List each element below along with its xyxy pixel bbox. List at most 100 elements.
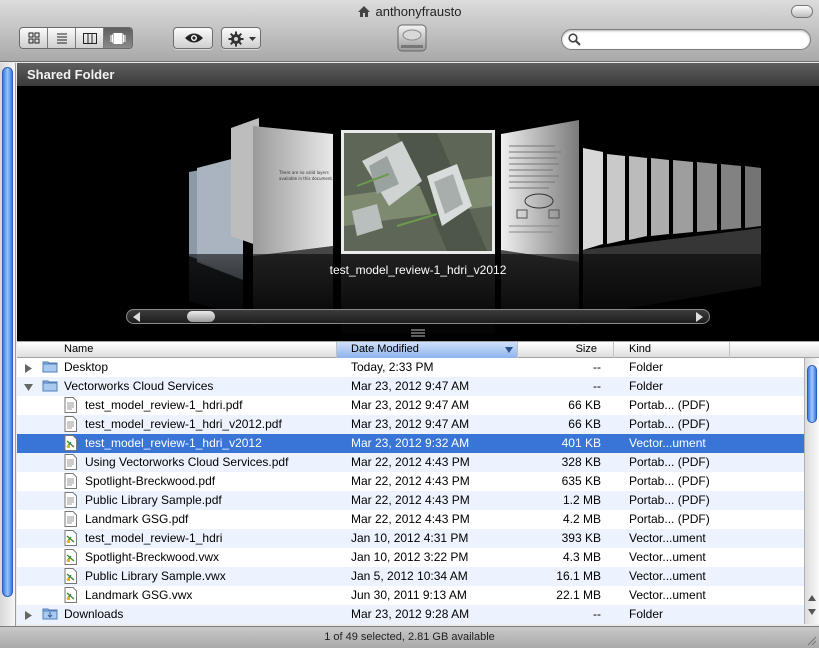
sort-descending-icon <box>505 347 513 353</box>
cover-flow-scroll-thumb[interactable] <box>187 311 215 322</box>
table-row[interactable]: test_model_review-1_hdri_v2012.pdf Mar 23… <box>17 415 804 434</box>
search-field[interactable] <box>561 29 811 50</box>
date-modified: Mar 22, 2012 4:43 PM <box>351 474 470 488</box>
table-row[interactable]: Using Vectorworks Cloud Services.pdf Mar … <box>17 453 804 472</box>
file-kind: Portab... (PDF) <box>629 493 710 507</box>
pdf-doc-icon <box>64 397 77 416</box>
cover-flow-icon <box>110 32 126 44</box>
cover-item[interactable]: There are no valid layers available in t… <box>253 126 333 256</box>
quick-look-button[interactable] <box>173 27 213 49</box>
table-row[interactable]: test_model_review-1_hdri Jan 10, 2012 4:3… <box>17 529 804 548</box>
date-modified: Today, 2:33 PM <box>351 360 434 374</box>
file-name: Downloads <box>64 607 124 621</box>
home-icon <box>358 6 371 17</box>
search-icon <box>568 33 581 46</box>
file-kind: Portab... (PDF) <box>629 455 710 469</box>
scroll-left-arrow-icon[interactable] <box>133 312 140 322</box>
pdf-doc-icon <box>64 473 77 492</box>
downloads-folder-icon <box>42 606 58 623</box>
file-size: 16.1 MB <box>556 569 601 583</box>
view-mode-segmented-control <box>19 27 133 49</box>
resize-grip-icon[interactable] <box>805 634 817 646</box>
date-modified: Jun 30, 2011 9:13 AM <box>351 588 467 602</box>
vectorworks-doc-icon <box>64 587 77 606</box>
table-row[interactable]: test_model_review-1_hdri_v2012 Mar 23, 20… <box>17 434 804 453</box>
table-row[interactable]: Spotlight-Breckwood.vwx Jan 10, 2012 3:22… <box>17 548 804 567</box>
table-row[interactable]: Desktop Today, 2:33 PM -- Folder <box>17 358 804 377</box>
file-name: Public Library Sample.vwx <box>85 569 226 583</box>
file-name: test_model_review-1_hdri_v2012 <box>85 436 262 450</box>
sidebar-scroll-thumb[interactable] <box>2 67 13 597</box>
date-modified: Mar 22, 2012 4:43 PM <box>351 512 470 526</box>
column-header-size[interactable]: Size <box>518 342 614 358</box>
file-size: -- <box>593 607 601 621</box>
table-row[interactable]: Landmark GSG.pdf Mar 22, 2012 4:43 PM 4.2 … <box>17 510 804 529</box>
file-size: 401 KB <box>561 436 601 450</box>
file-kind: Portab... (PDF) <box>629 398 710 412</box>
file-size: 66 KB <box>568 398 601 412</box>
table-row[interactable]: Vectorworks Cloud Services Mar 23, 2012 9… <box>17 377 804 396</box>
hard-drive-icon[interactable] <box>396 21 428 55</box>
column-header-date-modified[interactable]: Date Modified <box>337 342 518 358</box>
chevron-down-icon <box>249 37 256 41</box>
sidebar-scrollbar[interactable] <box>0 63 16 626</box>
file-name: test_model_review-1_hdri.pdf <box>85 398 243 412</box>
table-row[interactable]: Spotlight-Breckwood.pdf Mar 22, 2012 4:43… <box>17 472 804 491</box>
file-kind: Portab... (PDF) <box>629 417 710 431</box>
file-size: 328 KB <box>561 455 601 469</box>
file-name: Using Vectorworks Cloud Services.pdf <box>85 455 289 469</box>
table-row[interactable]: Public Library Sample.vwx Jan 5, 2012 10:… <box>17 567 804 586</box>
path-bar: Shared Folder <box>17 63 819 86</box>
date-modified: Jan 10, 2012 4:31 PM <box>351 531 469 545</box>
column-header-date-label: Date Modified <box>351 343 419 355</box>
column-header-name[interactable]: Name <box>17 342 337 358</box>
file-name: Landmark GSG.pdf <box>85 512 189 526</box>
cover-flow-label: test_model_review-1_hdri_v2012 <box>329 263 507 277</box>
file-size: 635 KB <box>561 474 601 488</box>
search-input[interactable] <box>584 32 804 47</box>
icon-view-button[interactable] <box>20 28 48 48</box>
date-modified: Jan 10, 2012 3:22 PM <box>351 550 469 564</box>
column-header-kind[interactable]: Kind <box>614 342 730 358</box>
toolbar-toggle-button[interactable] <box>791 5 813 18</box>
file-name: Vectorworks Cloud Services <box>64 379 214 393</box>
disclosure-triangle-collapsed-icon[interactable] <box>24 362 33 376</box>
file-size: 66 KB <box>568 417 601 431</box>
svg-text:available in this document.: available in this document. <box>279 176 333 181</box>
table-row[interactable]: test_model_review-1_hdri.pdf Mar 23, 2012… <box>17 396 804 415</box>
scroll-down-arrow-icon[interactable] <box>808 609 816 615</box>
vectorworks-doc-icon <box>64 435 77 454</box>
date-modified: Mar 22, 2012 4:43 PM <box>351 455 470 469</box>
cover-flow-scrollbar[interactable] <box>126 309 710 324</box>
table-row[interactable]: Downloads Mar 23, 2012 9:28 AM -- Folder <box>17 605 804 624</box>
icon-view-icon <box>28 32 39 44</box>
status-bar: 1 of 49 selected, 2.81 GB available <box>0 626 819 648</box>
list-vertical-scrollbar[interactable] <box>804 358 819 624</box>
list-view-button[interactable] <box>48 28 76 48</box>
action-menu-button[interactable] <box>221 27 261 49</box>
pdf-doc-icon <box>64 416 77 435</box>
status-text: 1 of 49 selected, 2.81 GB available <box>324 631 495 643</box>
date-modified: Mar 22, 2012 4:43 PM <box>351 493 470 507</box>
disclosure-triangle-expanded-icon[interactable] <box>24 381 33 395</box>
scroll-right-arrow-icon[interactable] <box>696 312 703 322</box>
toolbar: anthonyfrausto <box>0 0 819 62</box>
cover-flow-view-button[interactable] <box>104 28 132 48</box>
splitter-grip-icon[interactable] <box>410 329 426 337</box>
file-name: Landmark GSG.vwx <box>85 588 193 602</box>
table-row[interactable]: Landmark GSG.vwx Jun 30, 2011 9:13 AM 22.1… <box>17 586 804 605</box>
file-size: -- <box>593 379 601 393</box>
cover-item[interactable] <box>501 120 579 262</box>
date-modified: Jan 5, 2012 10:34 AM <box>351 569 468 583</box>
scroll-up-arrow-icon[interactable] <box>808 595 816 601</box>
folder-icon <box>42 359 58 376</box>
table-row[interactable]: Public Library Sample.pdf Mar 22, 2012 4:… <box>17 491 804 510</box>
cover-item-selected[interactable] <box>341 130 495 254</box>
file-size: 1.2 MB <box>562 493 601 507</box>
column-view-button[interactable] <box>76 28 104 48</box>
disclosure-triangle-collapsed-icon[interactable] <box>24 609 33 623</box>
list-scroll-thumb[interactable] <box>807 365 817 423</box>
file-kind: Folder <box>629 379 664 393</box>
file-kind: Folder <box>629 360 664 374</box>
window-title-text: anthonyfrausto <box>375 4 462 19</box>
